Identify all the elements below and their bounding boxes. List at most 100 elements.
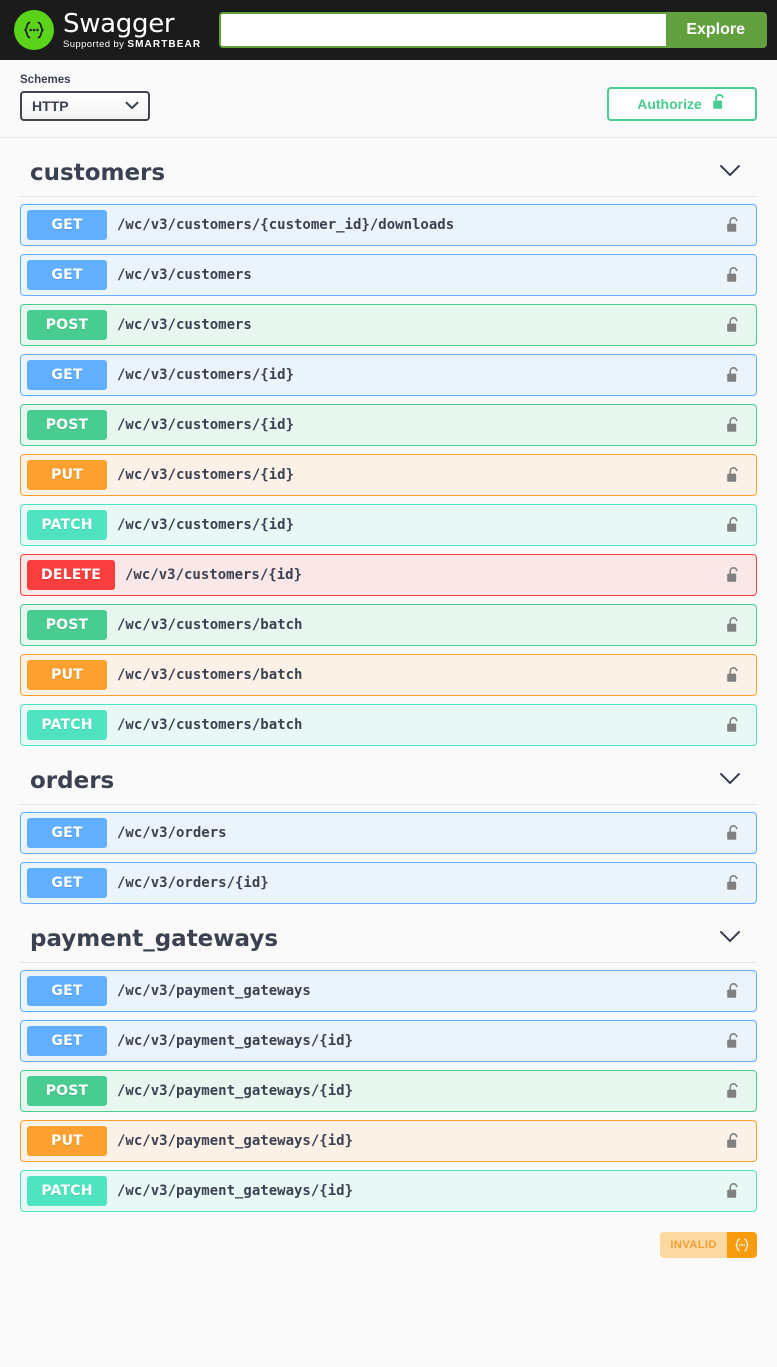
unlocked-padlock-icon[interactable] — [726, 1082, 750, 1100]
chevron-down-icon — [125, 97, 139, 115]
logo-supported-brand: SMARTBEAR — [127, 38, 202, 50]
topbar: Swagger Supported by SMARTBEAR Explore — [0, 0, 777, 60]
operation-row[interactable]: GET /wc/v3/customers/{customer_id}/downl… — [20, 204, 757, 246]
operation-path: /wc/v3/payment_gateways — [117, 983, 311, 999]
validator-badge[interactable]: INVALID — [660, 1232, 757, 1258]
swagger-braces-icon — [14, 10, 54, 50]
unlocked-padlock-icon[interactable] — [726, 982, 750, 1000]
operation-path: /wc/v3/customers/batch — [117, 617, 303, 633]
unlocked-padlock-icon[interactable] — [726, 216, 750, 234]
logo-supported-prefix: Supported by — [63, 38, 128, 50]
operation-row[interactable]: GET /wc/v3/orders — [20, 812, 757, 854]
unlocked-padlock-icon[interactable] — [726, 616, 750, 634]
explore-button[interactable]: Explore — [666, 14, 765, 46]
tag-title: payment_gateways — [30, 926, 279, 952]
method-badge: PUT — [27, 1126, 107, 1156]
tag-header[interactable]: payment_gateways — [20, 918, 757, 963]
operation-path: /wc/v3/customers/{id} — [117, 517, 295, 533]
operation-path: /wc/v3/orders/{id} — [117, 875, 269, 891]
operation-row[interactable]: PATCH /wc/v3/customers/{id} — [20, 504, 757, 546]
method-badge: PATCH — [27, 510, 107, 540]
operation-path: /wc/v3/customers/{id} — [117, 417, 295, 433]
operation-row[interactable]: POST /wc/v3/customers/batch — [20, 604, 757, 646]
operation-row[interactable]: GET /wc/v3/customers/{id} — [20, 354, 757, 396]
unlocked-padlock-icon — [712, 93, 727, 116]
operation-path: /wc/v3/customers/batch — [117, 667, 303, 683]
operation-row[interactable]: POST /wc/v3/customers/{id} — [20, 404, 757, 446]
chevron-down-icon[interactable] — [719, 164, 757, 182]
operation-row[interactable]: GET /wc/v3/orders/{id} — [20, 862, 757, 904]
scheme-bar: Schemes HTTP Authorize — [0, 60, 777, 138]
operation-path: /wc/v3/customers/{id} — [117, 467, 295, 483]
authorize-label: Authorize — [637, 96, 702, 112]
chevron-down-icon[interactable] — [719, 930, 757, 948]
method-badge: PATCH — [27, 1176, 107, 1206]
operation-row[interactable]: GET /wc/v3/customers — [20, 254, 757, 296]
operation-path: /wc/v3/orders — [117, 825, 227, 841]
method-badge: POST — [27, 310, 107, 340]
operation-row[interactable]: GET /wc/v3/payment_gateways/{id} — [20, 1020, 757, 1062]
method-badge: PUT — [27, 460, 107, 490]
unlocked-padlock-icon[interactable] — [726, 874, 750, 892]
tag-operations: GET /wc/v3/payment_gateways GET /wc/v3/p… — [20, 963, 757, 1212]
unlocked-padlock-icon[interactable] — [726, 266, 750, 284]
operation-path: /wc/v3/payment_gateways/{id} — [117, 1133, 354, 1149]
authorize-button[interactable]: Authorize — [607, 87, 757, 121]
method-badge: PATCH — [27, 710, 107, 740]
operation-row[interactable]: DELETE /wc/v3/customers/{id} — [20, 554, 757, 596]
operation-path: /wc/v3/customers/{id} — [125, 567, 303, 583]
operation-row[interactable]: POST /wc/v3/customers — [20, 304, 757, 346]
scheme-select-value: HTTP — [32, 98, 69, 114]
chevron-down-icon[interactable] — [719, 772, 757, 790]
scheme-select[interactable]: HTTP — [20, 91, 150, 121]
tag-operations: GET /wc/v3/orders GET /wc/v3/orders/{id} — [20, 805, 757, 904]
tag-header[interactable]: orders — [20, 760, 757, 805]
operation-path: /wc/v3/customers/batch — [117, 717, 303, 733]
schemes-label: Schemes — [20, 74, 71, 86]
operation-path: /wc/v3/payment_gateways/{id} — [117, 1033, 354, 1049]
logo-title: Swagger — [63, 8, 175, 39]
unlocked-padlock-icon[interactable] — [726, 1032, 750, 1050]
tag-header[interactable]: customers — [20, 152, 757, 197]
operation-row[interactable]: PUT /wc/v3/payment_gateways/{id} — [20, 1120, 757, 1162]
unlocked-padlock-icon[interactable] — [726, 1182, 750, 1200]
operation-path: /wc/v3/payment_gateways/{id} — [117, 1083, 354, 1099]
swagger-logo[interactable]: Swagger Supported by SMARTBEAR — [14, 10, 201, 50]
operation-row[interactable]: PATCH /wc/v3/payment_gateways/{id} — [20, 1170, 757, 1212]
unlocked-padlock-icon[interactable] — [726, 416, 750, 434]
unlocked-padlock-icon[interactable] — [726, 716, 750, 734]
method-badge: GET — [27, 818, 107, 848]
operations-list: customers GET /wc/v3/customers/{customer… — [0, 152, 777, 1212]
tag-section-payment-gateways: payment_gateways GET /wc/v3/payment_gate… — [20, 918, 757, 1212]
operation-path: /wc/v3/customers — [117, 317, 252, 333]
unlocked-padlock-icon[interactable] — [726, 466, 750, 484]
operation-path: /wc/v3/customers — [117, 267, 252, 283]
method-badge: PUT — [27, 660, 107, 690]
unlocked-padlock-icon[interactable] — [726, 366, 750, 384]
unlocked-padlock-icon[interactable] — [726, 516, 750, 534]
operation-path: /wc/v3/payment_gateways/{id} — [117, 1183, 354, 1199]
tag-section-customers: customers GET /wc/v3/customers/{customer… — [20, 152, 757, 746]
unlocked-padlock-icon[interactable] — [726, 566, 750, 584]
operation-row[interactable]: PUT /wc/v3/customers/batch — [20, 654, 757, 696]
tag-section-orders: orders GET /wc/v3/orders GET /wc/v3/orde… — [20, 760, 757, 904]
unlocked-padlock-icon[interactable] — [726, 824, 750, 842]
unlocked-padlock-icon[interactable] — [726, 666, 750, 684]
operation-row[interactable]: PUT /wc/v3/customers/{id} — [20, 454, 757, 496]
method-badge: GET — [27, 210, 107, 240]
swagger-braces-icon — [727, 1232, 757, 1258]
operation-path: /wc/v3/customers/{id} — [117, 367, 295, 383]
operation-path: /wc/v3/customers/{customer_id}/downloads — [117, 217, 455, 233]
operation-row[interactable]: GET /wc/v3/payment_gateways — [20, 970, 757, 1012]
spec-url-input[interactable] — [221, 14, 667, 46]
unlocked-padlock-icon[interactable] — [726, 316, 750, 334]
unlocked-padlock-icon[interactable] — [726, 1132, 750, 1150]
schemes-block: Schemes HTTP — [20, 74, 150, 121]
method-badge: DELETE — [27, 560, 115, 590]
logo-supported-by: Supported by SMARTBEAR — [63, 38, 202, 50]
method-badge: GET — [27, 260, 107, 290]
operation-row[interactable]: PATCH /wc/v3/customers/batch — [20, 704, 757, 746]
operation-row[interactable]: POST /wc/v3/payment_gateways/{id} — [20, 1070, 757, 1112]
method-badge: GET — [27, 1026, 107, 1056]
validator-badge-wrap: INVALID — [0, 1220, 777, 1272]
